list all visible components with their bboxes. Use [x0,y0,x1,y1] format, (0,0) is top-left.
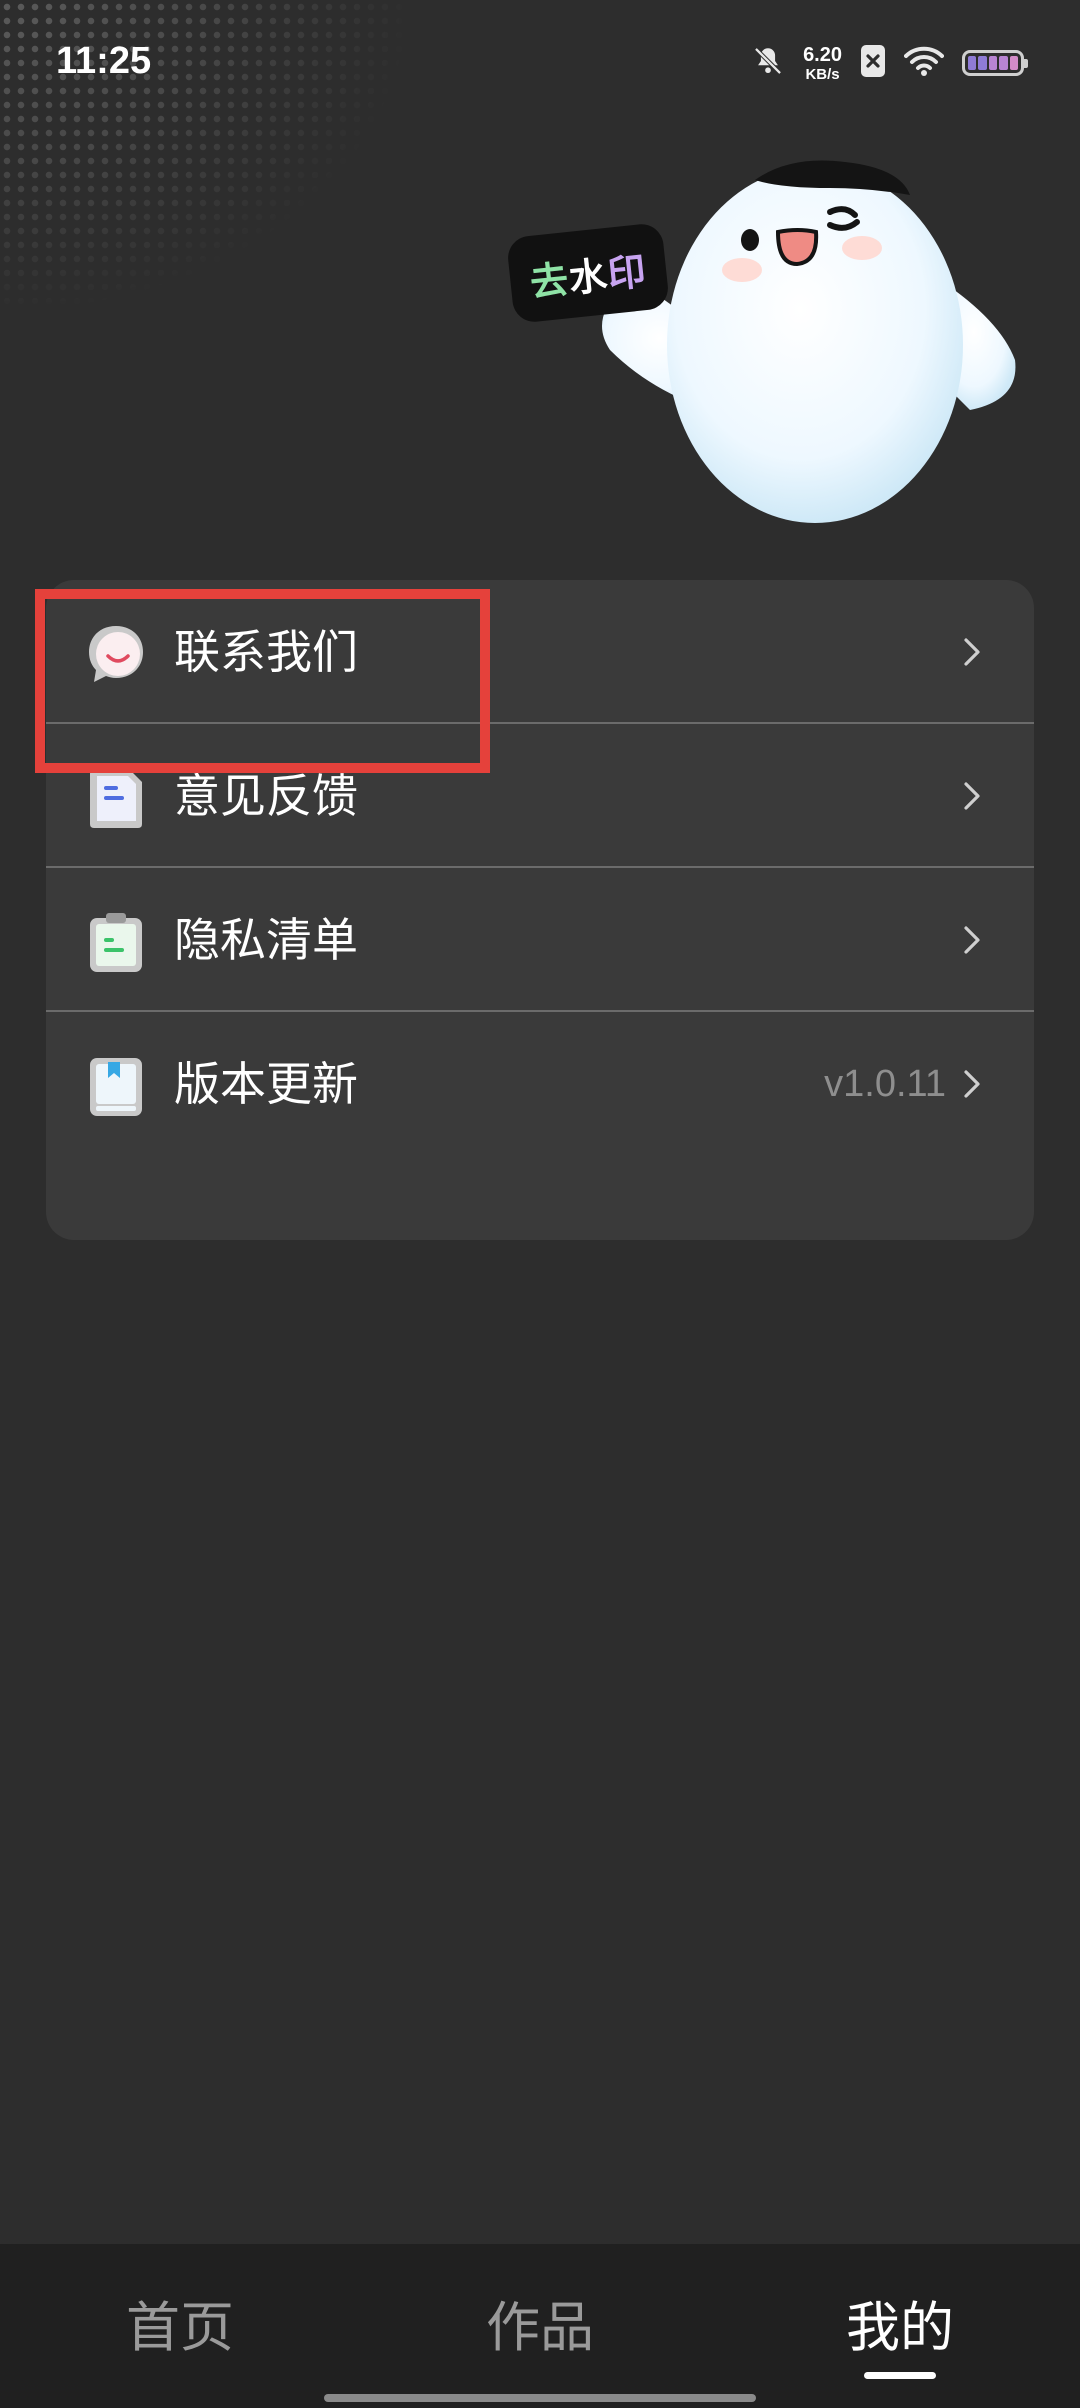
wifi-icon [904,45,944,81]
remove-watermark-sticker: 去水印 [505,222,671,324]
menu-item-label: 联系我们 [174,625,358,679]
book-icon [84,1054,148,1118]
version-number: v1.0.11 [824,1063,946,1105]
active-tab-indicator [864,2372,936,2379]
chevron-right-icon [952,632,992,672]
profile-screen: 11:25 6.20 KB/s 去 水 印 联系我们 意见反馈 隐私清单 版本更… [0,0,1080,2408]
sim-blocked-icon [860,44,886,82]
network-speed: 6.20 KB/s [803,45,842,82]
bell-muted-icon [751,44,785,82]
menu-item-feedback[interactable]: 意见反馈 [46,724,1034,868]
status-icons: 6.20 KB/s [751,40,1028,86]
network-speed-value: 6.20 [803,43,842,66]
tab-mine[interactable]: 我的 [800,2296,1000,2360]
sticker-char-2: 水 [566,252,611,301]
sticker-char-1: 去 [527,256,572,305]
menu-item-label: 隐私清单 [174,913,358,967]
menu-item-contact-us[interactable]: 联系我们 [46,580,1034,724]
chat-bubble-icon [84,622,148,686]
gesture-navigation-bar[interactable] [324,2394,756,2402]
chevron-right-icon [952,776,992,816]
status-bar: 11:25 6.20 KB/s [0,0,1080,120]
chevron-right-icon [952,1064,992,1104]
bottom-navigation: 首页 作品 我的 [0,2244,1080,2408]
ghost-mascot [520,160,1016,523]
sticker-char-3: 印 [605,248,649,297]
menu-item-label: 版本更新 [174,1057,358,1111]
tab-home[interactable]: 首页 [80,2296,280,2360]
clipboard-icon [84,910,148,974]
chevron-right-icon [952,920,992,960]
tab-works[interactable]: 作品 [440,2296,640,2360]
menu-item-label: 意见反馈 [174,769,358,823]
battery-icon [962,50,1028,76]
menu-item-version-update[interactable]: 版本更新 v1.0.11 [46,1012,1034,1156]
network-speed-unit: KB/s [805,65,840,83]
menu-item-privacy-list[interactable]: 隐私清单 [46,868,1034,1012]
mascot-illustration: 去水印 [500,150,1040,530]
document-icon [84,766,148,830]
status-time: 11:25 [56,40,152,82]
settings-menu-card: 联系我们 意见反馈 隐私清单 版本更新 v1.0.11 [46,580,1034,1240]
